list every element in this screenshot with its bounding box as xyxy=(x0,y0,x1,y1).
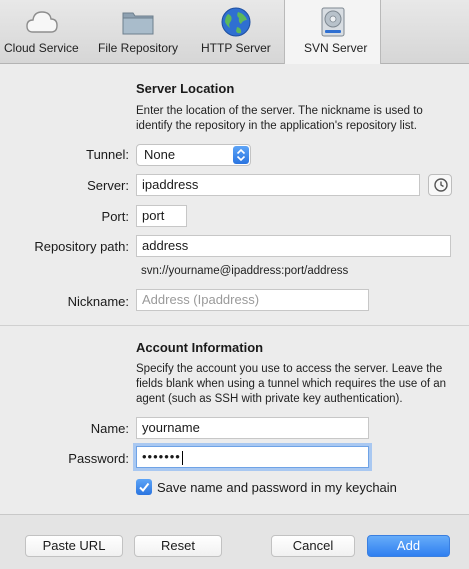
chevron-up-down-icon xyxy=(233,146,249,164)
toolbar-label: SVN Server xyxy=(304,41,368,55)
nickname-label: Nickname: xyxy=(67,294,129,309)
name-label: Name: xyxy=(90,421,129,436)
account-information-title: Account Information xyxy=(136,340,264,355)
account-information-description: Specify the account you use to access th… xyxy=(136,363,447,405)
password-label: Password: xyxy=(68,451,129,466)
clock-icon xyxy=(433,177,449,196)
keychain-checkbox[interactable] xyxy=(136,479,152,495)
cancel-button[interactable]: Cancel xyxy=(271,535,355,557)
port-label: Port: xyxy=(101,209,129,224)
toolbar-label: HTTP Server xyxy=(201,41,271,55)
tunnel-label: Tunnel: xyxy=(86,147,129,162)
folder-icon xyxy=(121,6,155,38)
button-bar: Paste URL Reset Cancel Add xyxy=(0,514,469,569)
toolbar-label: Cloud Service xyxy=(4,41,79,55)
server-location-title: Server Location xyxy=(136,81,235,96)
checkmark-icon xyxy=(138,481,150,496)
recent-servers-button[interactable] xyxy=(428,174,452,196)
tunnel-value: None xyxy=(144,147,176,162)
preferences-toolbar: Cloud Service File Repository HTTP Serve… xyxy=(0,0,469,65)
text-cursor xyxy=(181,450,183,465)
form-content: Server Location Enter the location of th… xyxy=(0,64,469,514)
server-field[interactable]: ipaddress xyxy=(136,174,420,196)
toolbar-item-svn-server[interactable]: SVN Server xyxy=(284,0,381,65)
tunnel-popup[interactable]: None xyxy=(136,144,251,166)
name-field[interactable]: yourname xyxy=(136,417,369,439)
repository-path-field[interactable]: address xyxy=(136,235,451,257)
section-divider xyxy=(0,325,469,326)
paste-url-button[interactable]: Paste URL xyxy=(25,535,123,557)
password-field[interactable]: ••••••• xyxy=(136,446,369,468)
toolbar-item-cloud-service[interactable]: Cloud Service xyxy=(0,0,84,64)
globe-icon xyxy=(219,6,253,38)
keychain-label[interactable]: Save name and password in my keychain xyxy=(157,480,397,495)
port-field[interactable]: port xyxy=(136,205,187,227)
add-button[interactable]: Add xyxy=(367,535,450,557)
password-mask: ••••••• xyxy=(142,449,181,464)
cloud-icon xyxy=(25,6,59,38)
reset-button[interactable]: Reset xyxy=(134,535,222,557)
toolbar-item-http-server[interactable]: HTTP Server xyxy=(194,0,278,64)
server-label: Server: xyxy=(87,178,129,193)
toolbar-item-file-repository[interactable]: File Repository xyxy=(92,0,188,64)
url-preview: svn://yourname@ipaddress:port/address xyxy=(141,265,349,277)
disk-icon xyxy=(316,6,350,38)
server-location-description: Enter the location of the server. The ni… xyxy=(136,105,423,132)
repository-path-label: Repository path: xyxy=(34,239,129,254)
toolbar-label: File Repository xyxy=(98,41,179,55)
nickname-field[interactable]: Address (Ipaddress) xyxy=(136,289,369,311)
